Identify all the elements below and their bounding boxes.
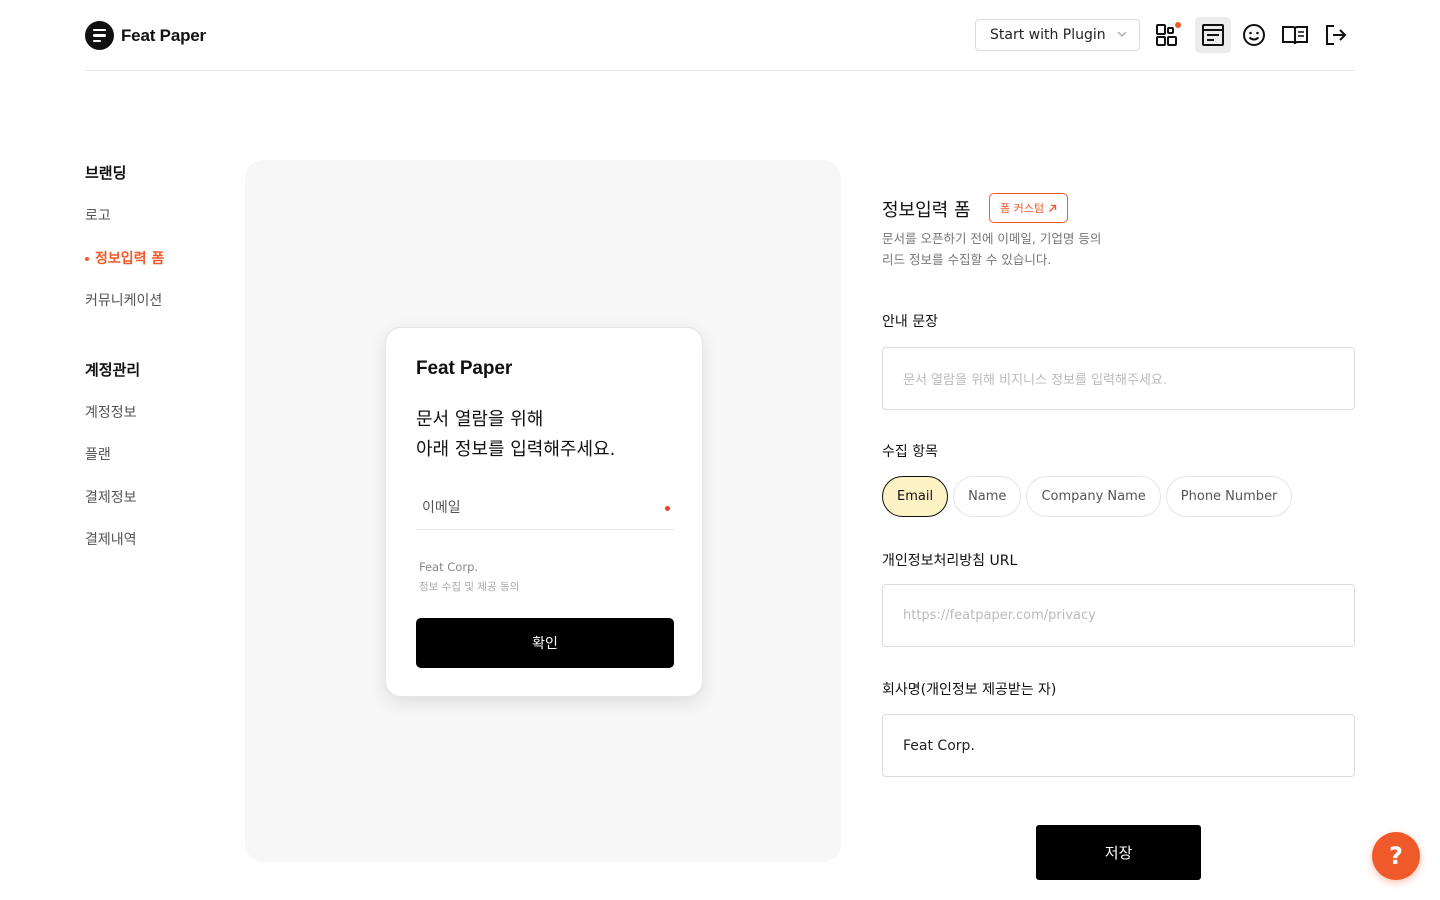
form-icon (1202, 24, 1224, 46)
sidebar-group-branding: 브랜딩 (85, 164, 127, 182)
form-description-line2: 리드 정보를 수집할 수 있습니다. (882, 252, 1052, 267)
form-description: 문서를 오픈하기 전에 이메일, 기업명 등의 리드 정보를 수집할 수 있습니… (882, 228, 1182, 270)
guide-button[interactable] (1277, 17, 1313, 53)
sidebar-item-logo[interactable]: 로고 (85, 203, 225, 229)
help-button[interactable]: ? (1372, 832, 1420, 880)
book-icon (1282, 26, 1308, 45)
logout-button[interactable] (1318, 17, 1354, 53)
guide-placeholder: 문서 열람을 위해 비지니스 정보를 입력해주세요. (903, 373, 1167, 388)
preview-consent[interactable]: 정보 수집 및 제공 동의 (419, 579, 519, 594)
sidebar-item-plan[interactable]: 플랜 (85, 442, 225, 468)
preview-email-label: 이메일 (422, 500, 461, 516)
top-header: Feat Paper Start with Plugin (85, 0, 1355, 71)
form-preview-panel: Feat Paper 문서 열람을 위해 아래 정보를 입력해주세요. 이메일 … (245, 160, 841, 862)
form-button[interactable] (1195, 17, 1231, 53)
preview-message-line1: 문서 열람을 위해 (416, 409, 544, 430)
preview-confirm-button[interactable]: 확인 (416, 618, 674, 668)
privacy-url-input[interactable]: https://featpaper.com/privacy (882, 584, 1355, 647)
sidebar-item-account-info[interactable]: 계정정보 (85, 400, 225, 426)
chevron-down-icon (1117, 31, 1127, 37)
form-customize-label: 폼 커스텀 (1000, 202, 1044, 215)
sidebar-item-info-form[interactable]: 정보입력 폼 (85, 246, 225, 272)
preview-message-line2: 아래 정보를 입력해주세요. (416, 439, 616, 460)
company-name-label: 회사명(개인정보 제공받는 자) (882, 682, 1057, 698)
guide-input[interactable]: 문서 열람을 위해 비지니스 정보를 입력해주세요. (882, 347, 1355, 410)
collect-chips: Email Name Company Name Phone Number (882, 476, 1293, 517)
chip-company-name[interactable]: Company Name (1026, 476, 1161, 517)
form-title: 정보입력 폼 (882, 200, 971, 221)
preview-message: 문서 열람을 위해 아래 정보를 입력해주세요. (416, 405, 615, 465)
logout-icon (1326, 25, 1347, 45)
arrow-up-right-icon (1049, 204, 1057, 212)
feat-paper-logo-icon (85, 21, 114, 50)
face-button[interactable] (1236, 17, 1272, 53)
collect-label: 수집 항목 (882, 444, 938, 460)
required-dot (665, 506, 670, 511)
company-name-value: Feat Corp. (903, 737, 975, 754)
privacy-url-label: 개인정보처리방침 URL (882, 553, 1018, 569)
sidebar-nav: 브랜딩 로고 정보입력 폼 커뮤니케이션 계정관리 계정정보 플랜 결제정보 결… (85, 160, 225, 553)
form-customize-button[interactable]: 폼 커스텀 (989, 193, 1068, 223)
form-description-line1: 문서를 오픈하기 전에 이메일, 기업명 등의 (882, 231, 1102, 246)
company-name-input[interactable]: Feat Corp. (882, 714, 1355, 777)
preview-brand: Feat Paper (416, 358, 513, 379)
sidebar-item-payment-info[interactable]: 결제정보 (85, 485, 225, 511)
sidebar-item-communication[interactable]: 커뮤니케이션 (85, 288, 225, 314)
guide-label: 안내 문장 (882, 314, 938, 330)
widgets-button[interactable] (1149, 17, 1185, 53)
sidebar-group-account: 계정관리 (85, 361, 141, 379)
brand-logo-link[interactable]: Feat Paper (85, 21, 206, 50)
smile-icon (1243, 24, 1265, 46)
sidebar-item-payment-history[interactable]: 결제내역 (85, 527, 225, 553)
plugin-select[interactable]: Start with Plugin (975, 19, 1140, 51)
chip-phone-number[interactable]: Phone Number (1165, 476, 1293, 517)
chip-email[interactable]: Email (882, 476, 949, 517)
chip-name[interactable]: Name (953, 476, 1022, 517)
brand-name: Feat Paper (121, 25, 206, 45)
privacy-url-placeholder: https://featpaper.com/privacy (903, 608, 1096, 623)
preview-card: Feat Paper 문서 열람을 위해 아래 정보를 입력해주세요. 이메일 … (385, 327, 703, 697)
notification-dot (1175, 22, 1181, 28)
preview-email-field[interactable]: 이메일 (416, 489, 674, 530)
save-button[interactable]: 저장 (1036, 825, 1201, 880)
preview-company: Feat Corp. (419, 560, 479, 574)
plugin-select-label: Start with Plugin (990, 27, 1106, 43)
